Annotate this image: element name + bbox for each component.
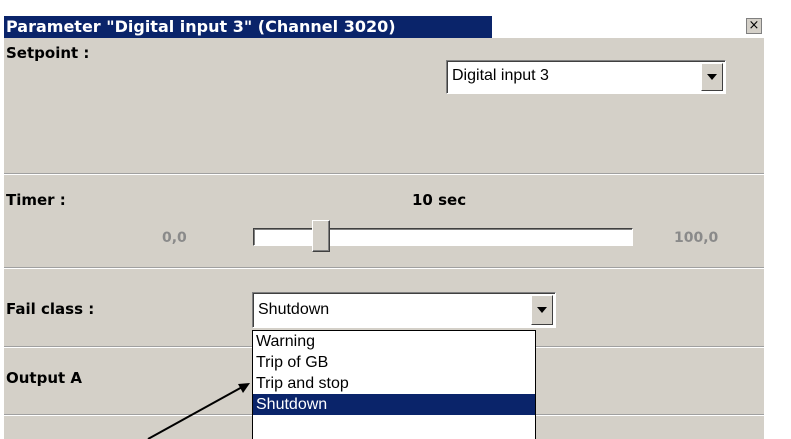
dialog-title: Parameter "Digital input 3" (Channel 302… (4, 16, 492, 38)
chevron-down-icon (537, 307, 547, 313)
timer-min-label: 0,0 (162, 230, 187, 246)
chevron-down-icon (707, 74, 717, 80)
fail-class-option-trip-of-gb[interactable]: Trip of GB (253, 352, 535, 373)
timer-max-label: 100,0 (674, 230, 719, 246)
fail-class-dropdown-button[interactable] (531, 295, 553, 325)
timer-slider-thumb[interactable] (312, 220, 331, 252)
close-button[interactable]: × (746, 18, 762, 34)
title-bar[interactable]: Parameter "Digital input 3" (Channel 302… (4, 16, 764, 38)
timer-value: 10 sec (412, 191, 467, 209)
fail-class-option-trip-and-stop[interactable]: Trip and stop (253, 373, 535, 394)
fail-class-dropdown[interactable]: Shutdown (252, 292, 556, 328)
fail-class-option-shutdown[interactable]: Shutdown (253, 394, 535, 415)
fail-class-value: Shutdown (258, 301, 330, 318)
output-a-label: Output A (6, 369, 83, 387)
fail-class-option-warning[interactable]: Warning (253, 331, 535, 352)
fail-class-options-list[interactable]: Warning Trip of GB Trip and stop Shutdow… (252, 330, 536, 439)
separator (4, 173, 764, 175)
setpoint-dropdown[interactable]: Digital input 3 (446, 60, 726, 94)
setpoint-dropdown-button[interactable] (701, 63, 723, 91)
setpoint-label: Setpoint : (6, 44, 90, 62)
separator (4, 267, 764, 269)
parameter-dialog: Parameter "Digital input 3" (Channel 302… (4, 16, 764, 439)
setpoint-value: Digital input 3 (452, 67, 549, 84)
fail-class-label: Fail class : (6, 300, 95, 318)
timer-slider-track[interactable] (253, 228, 633, 246)
timer-label: Timer : (6, 191, 66, 209)
